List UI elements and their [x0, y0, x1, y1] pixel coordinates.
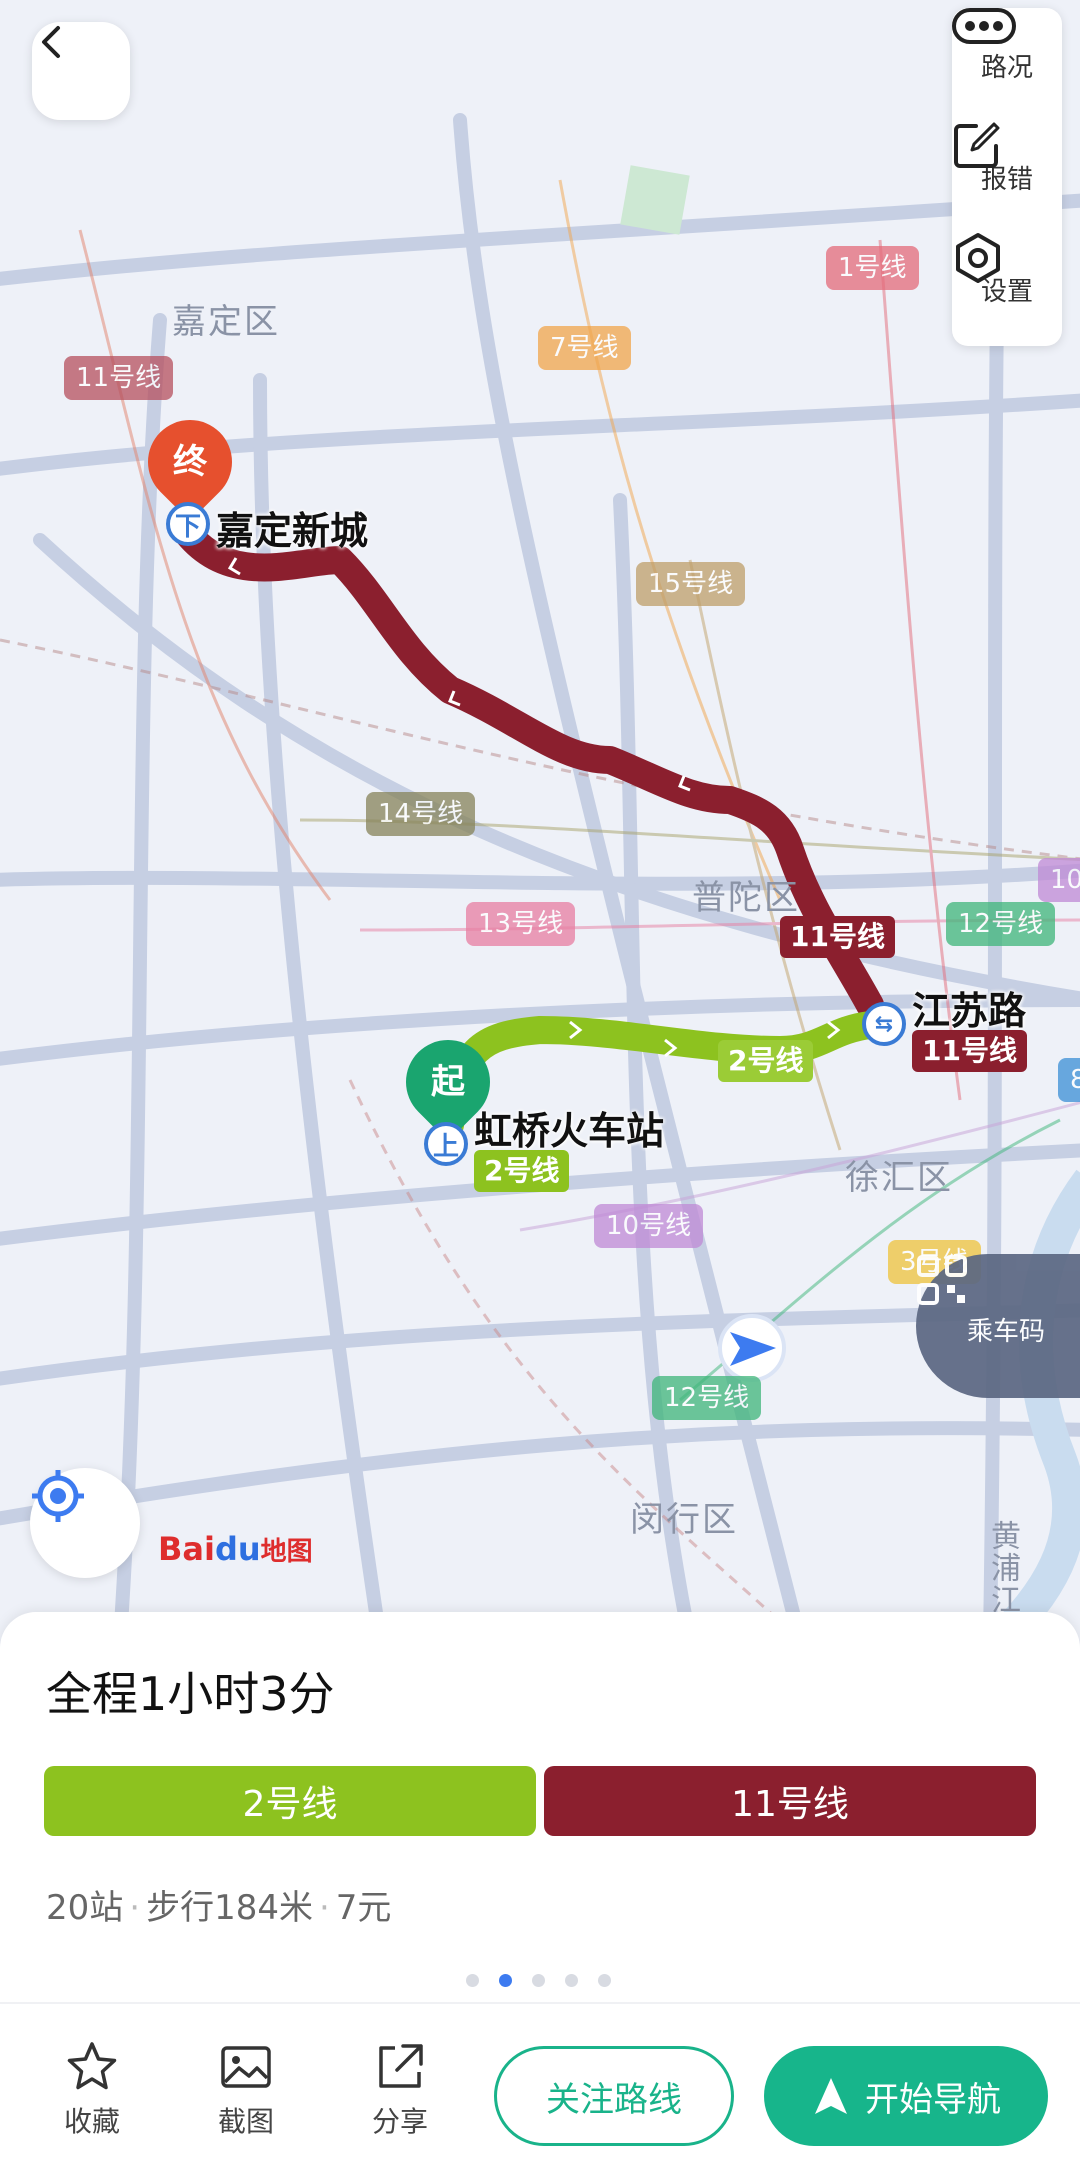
map-view[interactable]: 嘉定区 普陀区 徐汇区 闵行区 黄浦江 1号线 7号线 11号线 15号线 14…	[0, 0, 1080, 1640]
metro-line-tag: 1号线	[826, 246, 919, 290]
segment-label: 2号线	[242, 1784, 338, 1825]
baidu-logo: Baidu地图	[158, 1530, 313, 1568]
share-icon	[379, 2044, 423, 2088]
follow-route-label: 关注路线	[546, 2079, 682, 2120]
district-label: 闵行区	[630, 1500, 738, 1540]
end-station-label[interactable]: 嘉定新城	[216, 500, 368, 555]
metro-line-tag: 10	[1038, 858, 1080, 902]
metro-line-tag: 7号线	[538, 326, 631, 370]
settings-button[interactable]: 设置	[952, 232, 1062, 342]
district-label: 普陀区	[692, 878, 800, 918]
district-label: 徐汇区	[845, 1158, 953, 1198]
start-line-badge: 2号线	[474, 1150, 570, 1192]
share-label: 分享	[371, 2105, 428, 2138]
traffic-icon	[952, 8, 1016, 44]
fare: 7元	[335, 1888, 392, 1928]
map-toolbar: 路况 报错 设置	[952, 8, 1062, 346]
map-base	[0, 113, 1080, 1640]
transfer-station-label[interactable]: 江苏路	[912, 980, 1026, 1035]
traffic-label: 路况	[980, 52, 1033, 83]
end-station-icon: 下	[166, 502, 210, 546]
share-button[interactable]: 分享	[350, 2040, 450, 2140]
route-line-badge: 2号线	[718, 1040, 814, 1082]
metro-line-tag: 13号线	[466, 902, 576, 946]
favorite-button[interactable]: 收藏	[42, 2040, 142, 2140]
metro-line-tag: 10号线	[594, 1204, 704, 1248]
metro-line-tag: 15号线	[636, 562, 746, 606]
start-navigation-label: 开始导航	[865, 2079, 1001, 2120]
route-panel[interactable]: 全程1小时3分 2号线 11号线 20站 · 步行184米 · 7元	[0, 1612, 1080, 2002]
chevron-left-icon	[42, 26, 60, 58]
walk-distance: 步行184米	[146, 1888, 313, 1928]
total-time: 全程1小时3分	[46, 1667, 335, 1721]
settings-icon	[956, 233, 1000, 283]
segment-line2: 2号线	[44, 1766, 536, 1836]
follow-route-button[interactable]: 关注路线	[494, 2046, 734, 2146]
bottom-bar: 收藏 截图 分享 关注路线 开始导航	[0, 2002, 1080, 2177]
page-dot[interactable]	[598, 1974, 611, 1987]
river-label: 黄浦江	[985, 1520, 1020, 1616]
star-icon	[67, 2042, 117, 2090]
metro-line-tag: 8	[1058, 1058, 1080, 1102]
segment-label: 11号线	[731, 1784, 849, 1825]
page-dot[interactable]	[565, 1974, 578, 1987]
traffic-button[interactable]: 路况	[952, 8, 1062, 118]
image-icon	[221, 2046, 271, 2088]
segment-line11: 11号线	[544, 1766, 1036, 1836]
metro-line-tag: 14号线	[366, 792, 476, 836]
page-dot[interactable]	[466, 1974, 479, 1987]
locate-icon	[32, 1470, 84, 1522]
metro-line-tag: 12号线	[652, 1376, 762, 1420]
screenshot-button[interactable]: 截图	[196, 2040, 296, 2140]
ride-code-button[interactable]: 乘车码	[916, 1254, 1080, 1398]
route-summary: 20站 · 步行184米 · 7元	[46, 1888, 392, 1928]
start-navigation-button[interactable]: 开始导航	[764, 2046, 1048, 2146]
favorite-label: 收藏	[63, 2105, 120, 2138]
transfer-icon: ⇆	[862, 1002, 906, 1046]
metro-line-tag: 11号线	[64, 356, 174, 400]
edit-icon	[954, 122, 1000, 168]
metro-line-tag: 12号线	[946, 902, 1056, 946]
report-error-button[interactable]: 报错	[952, 120, 1062, 230]
stop-count: 20站	[46, 1888, 124, 1928]
page-indicator[interactable]	[466, 1974, 611, 1988]
qr-code-icon	[917, 1255, 967, 1305]
screenshot-label: 截图	[217, 2105, 274, 2138]
ride-code-label: 乘车码	[966, 1316, 1045, 1347]
district-label: 嘉定区	[172, 302, 280, 342]
start-station-icon: 上	[424, 1122, 468, 1166]
back-button[interactable]	[32, 22, 130, 120]
page-dot[interactable]	[499, 1974, 512, 1987]
start-station-label[interactable]: 虹桥火车站	[474, 1100, 664, 1155]
navigation-arrow-icon	[815, 2078, 847, 2114]
route-line-badge: 11号线	[780, 916, 895, 958]
locate-button[interactable]	[30, 1468, 140, 1578]
transfer-line-badge: 11号线	[912, 1030, 1027, 1072]
page-dot[interactable]	[532, 1974, 545, 1987]
